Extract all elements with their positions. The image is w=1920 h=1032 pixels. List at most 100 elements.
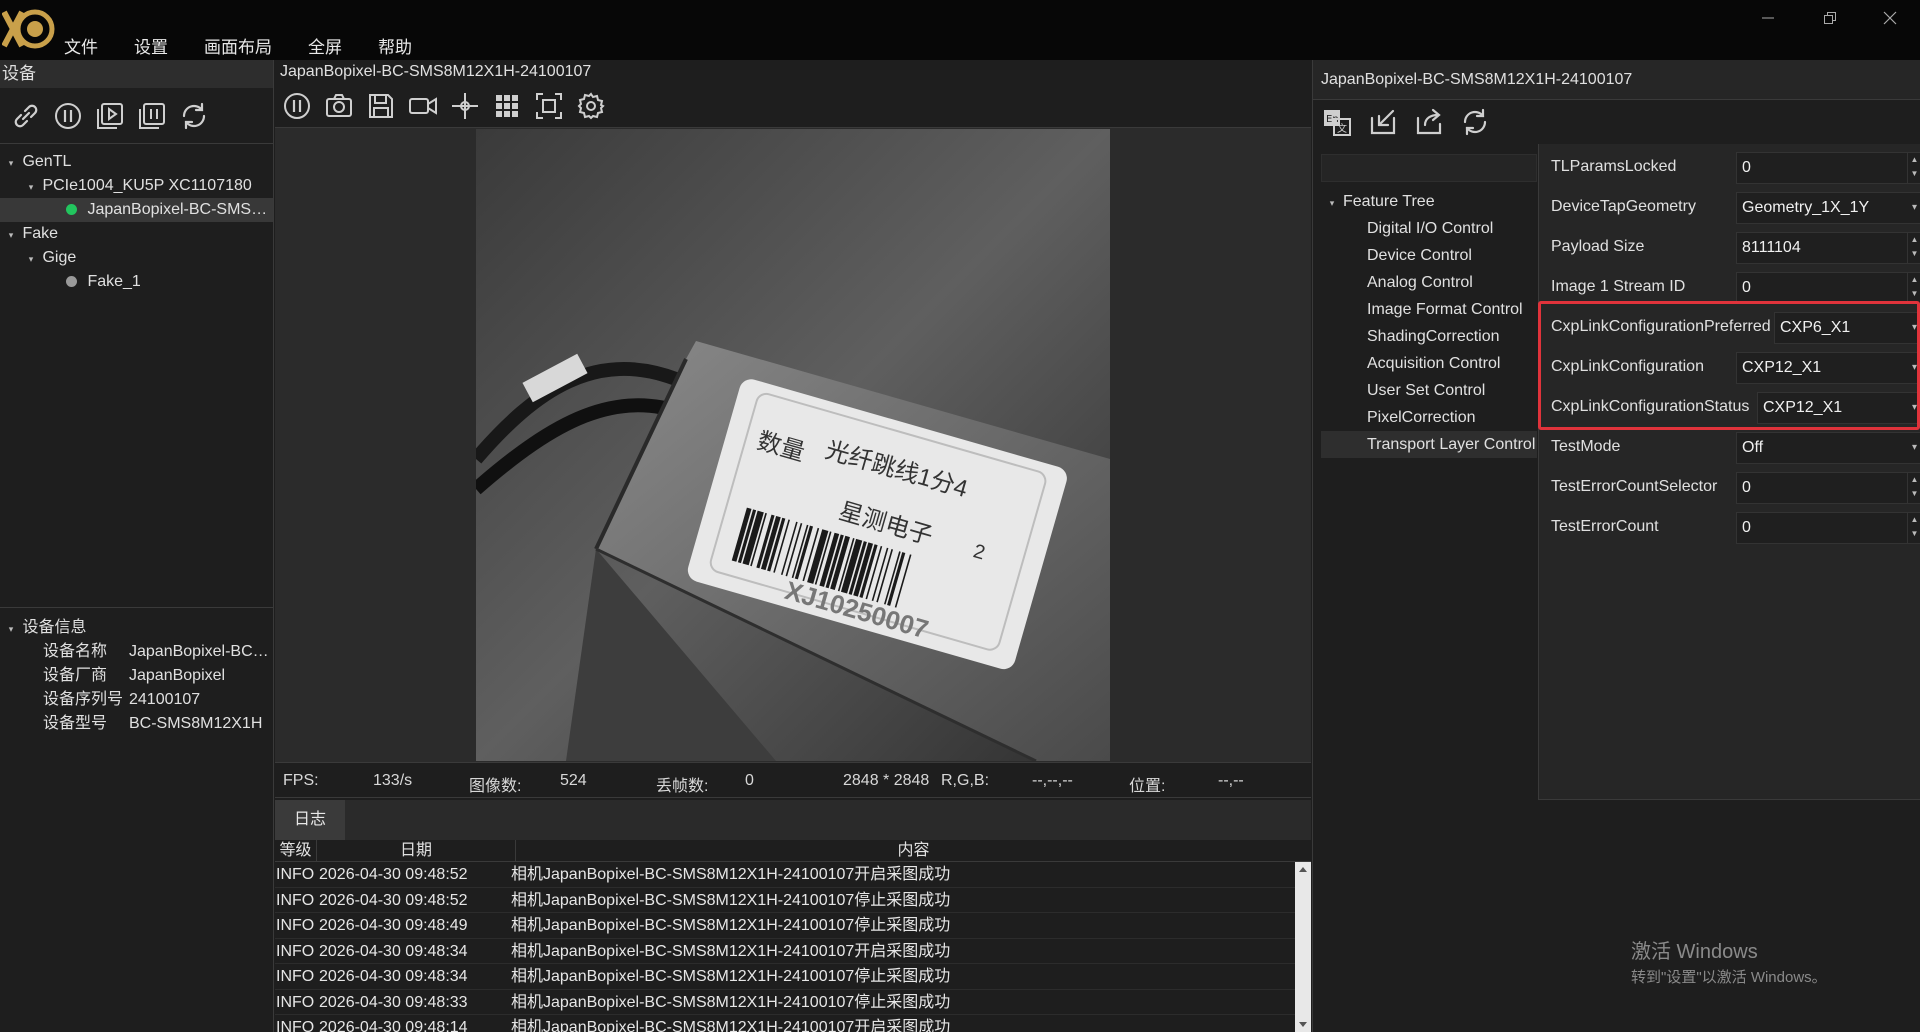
minimize-button[interactable]: [1748, 6, 1788, 30]
feature-tree-item[interactable]: Image Format Control: [1321, 296, 1537, 323]
record-button[interactable]: [405, 88, 441, 124]
pause-grab-button[interactable]: [279, 88, 315, 124]
log-col-content[interactable]: 内容: [516, 840, 1311, 861]
feature-search-input[interactable]: [1321, 154, 1537, 182]
property-spinbox[interactable]: 0 ▲ ▼: [1736, 472, 1920, 504]
feature-tree-item[interactable]: ShadingCorrection: [1321, 323, 1537, 350]
spin-arrows-icon[interactable]: ▲ ▼: [1907, 273, 1920, 303]
chevron-down-icon[interactable]: ▾: [1912, 313, 1917, 343]
expand-caret-icon[interactable]: ▾: [4, 617, 18, 640]
log-row[interactable]: INFO 2026-04-30 09:48:49 相机JapanBopixel-BC…: [275, 913, 1295, 939]
camera-icon: [326, 93, 352, 117]
chevron-down-icon[interactable]: ▾: [1912, 193, 1917, 223]
start-all-button[interactable]: [92, 98, 128, 134]
dropped-label: 丢帧数:: [656, 778, 709, 795]
view-toolbar: [275, 84, 1311, 128]
tree-node-gige[interactable]: ▾ Gige: [0, 246, 273, 270]
property-spinbox[interactable]: 0 ▲ ▼: [1736, 512, 1920, 544]
fit-view-button[interactable]: [531, 88, 567, 124]
menu-fullscreen[interactable]: 全屏: [308, 33, 342, 58]
feature-tree-item[interactable]: Digital I/O Control: [1321, 215, 1537, 242]
spin-arrows-icon[interactable]: ▲ ▼: [1907, 153, 1920, 183]
spin-arrows-icon[interactable]: ▲ ▼: [1907, 233, 1920, 263]
feature-tree-item[interactable]: PixelCorrection: [1321, 404, 1537, 431]
log-row[interactable]: INFO 2026-04-30 09:48:34 相机JapanBopixel-BC…: [275, 939, 1295, 964]
property-combobox[interactable]: Off ▾: [1736, 432, 1920, 464]
tree-node-pcie[interactable]: ▾ PCIe1004_KU5P XC1107180: [0, 174, 273, 198]
view-settings-button[interactable]: [573, 88, 609, 124]
snapshot-button[interactable]: [321, 88, 357, 124]
property-name: TestErrorCount: [1551, 518, 1659, 535]
camera-image[interactable]: 数量 光纤跳线1分4 星测电子 2 XJ10250007: [476, 129, 1110, 761]
property-row: CxpLinkConfigurationPreferred CXP6_X1 ▾: [1539, 308, 1920, 348]
refresh-params-button[interactable]: [1457, 104, 1493, 140]
property-combobox[interactable]: CXP12_X1 ▾: [1736, 352, 1920, 384]
property-spinbox[interactable]: 8111104 ▲ ▼: [1736, 232, 1920, 264]
expand-caret-icon[interactable]: ▾: [1321, 190, 1343, 217]
grid-button[interactable]: [489, 88, 525, 124]
property-row: TestErrorCountSelector 0 ▲ ▼: [1539, 468, 1920, 508]
property-combobox[interactable]: CXP12_X1 ▾: [1757, 392, 1920, 424]
chevron-down-icon[interactable]: ▾: [1912, 393, 1917, 423]
spin-arrows-icon[interactable]: ▲ ▼: [1907, 513, 1920, 543]
device-info-header[interactable]: ▾ 设备信息: [0, 616, 273, 640]
refresh-icon: [182, 102, 206, 129]
expand-caret-icon[interactable]: ▾: [4, 151, 18, 174]
log-row[interactable]: INFO 2026-04-30 09:48:34 相机JapanBopixel-BC…: [275, 964, 1295, 990]
property-spinbox[interactable]: 0 ▲ ▼: [1736, 272, 1920, 304]
menu-layout[interactable]: 画面布局: [204, 33, 272, 58]
log-date: 2026-04-30 09:48:34: [319, 968, 468, 985]
feature-tree-item[interactable]: Analog Control: [1321, 269, 1537, 296]
export-button[interactable]: [1411, 104, 1447, 140]
expand-caret-icon[interactable]: ▾: [4, 223, 18, 246]
spin-arrows-icon[interactable]: ▲ ▼: [1907, 473, 1920, 503]
save-button[interactable]: [363, 88, 399, 124]
connect-button[interactable]: [8, 98, 44, 134]
feature-tree-item[interactable]: User Set Control: [1321, 377, 1537, 404]
property-combobox[interactable]: CXP6_X1 ▾: [1774, 312, 1920, 344]
property-value: 8111104: [1742, 239, 1801, 256]
pause-button[interactable]: [50, 98, 86, 134]
property-spinbox[interactable]: 0 ▲ ▼: [1736, 152, 1920, 184]
expand-caret-icon[interactable]: ▾: [24, 175, 38, 198]
menu-settings[interactable]: 设置: [134, 33, 168, 58]
close-button[interactable]: [1870, 6, 1910, 30]
property-combobox[interactable]: Geometry_1X_1Y ▾: [1736, 192, 1920, 224]
tree-node-fake[interactable]: ▾ Fake: [0, 222, 273, 246]
tree-node-gentl[interactable]: ▾ GenTL: [0, 150, 273, 174]
crosshair-button[interactable]: [447, 88, 483, 124]
refresh-devices-button[interactable]: [176, 98, 212, 134]
import-button[interactable]: [1365, 104, 1401, 140]
log-date: 2026-04-30 09:48:33: [319, 993, 468, 1011]
log-level: INFO: [276, 1019, 315, 1032]
pause-all-button[interactable]: [134, 98, 170, 134]
gear-icon: [577, 91, 605, 119]
language-button[interactable]: En 文: [1319, 104, 1355, 140]
property-value: Off: [1742, 439, 1764, 456]
offline-status-icon: [66, 276, 77, 287]
log-row[interactable]: INFO 2026-04-30 09:48:33 相机JapanBopixel-BC…: [275, 990, 1295, 1015]
log-scrollbar[interactable]: [1295, 862, 1311, 1032]
menu-file[interactable]: 文件: [64, 33, 98, 58]
expand-caret-icon[interactable]: ▾: [24, 247, 38, 270]
log-row[interactable]: INFO 2026-04-30 09:48:52 相机JapanBopixel-BC…: [275, 888, 1295, 913]
info-key: 设备名称: [43, 643, 108, 660]
tree-node-fake1[interactable]: Fake_1: [0, 270, 273, 294]
menu-help[interactable]: 帮助: [378, 33, 412, 58]
chevron-down-icon[interactable]: ▾: [1912, 353, 1917, 383]
log-col-level[interactable]: 等级: [275, 840, 317, 861]
feature-tree-item[interactable]: Acquisition Control: [1321, 350, 1537, 377]
feature-tree-item[interactable]: Device Control: [1321, 242, 1537, 269]
log-col-date[interactable]: 日期: [317, 840, 516, 861]
feature-tree-item[interactable]: Transport Layer Control: [1321, 431, 1537, 458]
crosshair-icon: [452, 92, 478, 119]
image-viewport[interactable]: 数量 光纤跳线1分4 星测电子 2 XJ10250007: [275, 128, 1311, 762]
tree-node-camera[interactable]: JapanBopixel-BC-SMS…: [0, 198, 273, 222]
tab-log[interactable]: 日志: [275, 800, 345, 840]
tree-node-label: GenTL: [22, 153, 72, 170]
feature-tree-root[interactable]: ▾ Feature Tree: [1321, 188, 1537, 215]
log-row[interactable]: INFO 2026-04-30 09:48:14 相机JapanBopixel-BC…: [275, 1015, 1295, 1032]
restore-button[interactable]: [1810, 6, 1850, 30]
log-row[interactable]: INFO 2026-04-30 09:48:52 相机JapanBopixel-BC…: [275, 862, 1295, 888]
chevron-down-icon[interactable]: ▾: [1912, 433, 1917, 463]
